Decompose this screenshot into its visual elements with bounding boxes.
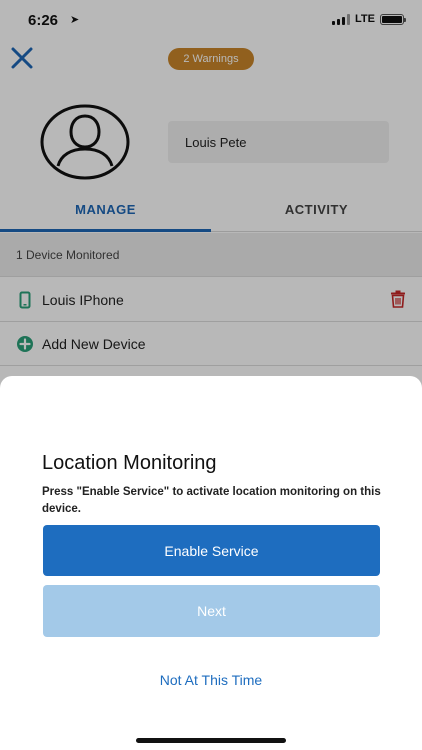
- home-indicator: [136, 738, 286, 743]
- location-monitoring-sheet: Location Monitoring Press "Enable Servic…: [0, 376, 422, 750]
- not-at-this-time-link[interactable]: Not At This Time: [0, 672, 422, 688]
- sheet-title: Location Monitoring: [42, 452, 217, 474]
- next-button[interactable]: Next: [43, 585, 380, 637]
- screen: 6:26 ➤ LTE 2 Warnings Louis Pete MANAGE …: [0, 0, 422, 750]
- enable-service-button[interactable]: Enable Service: [43, 525, 380, 576]
- sheet-description: Press "Enable Service" to activate locat…: [42, 486, 381, 515]
